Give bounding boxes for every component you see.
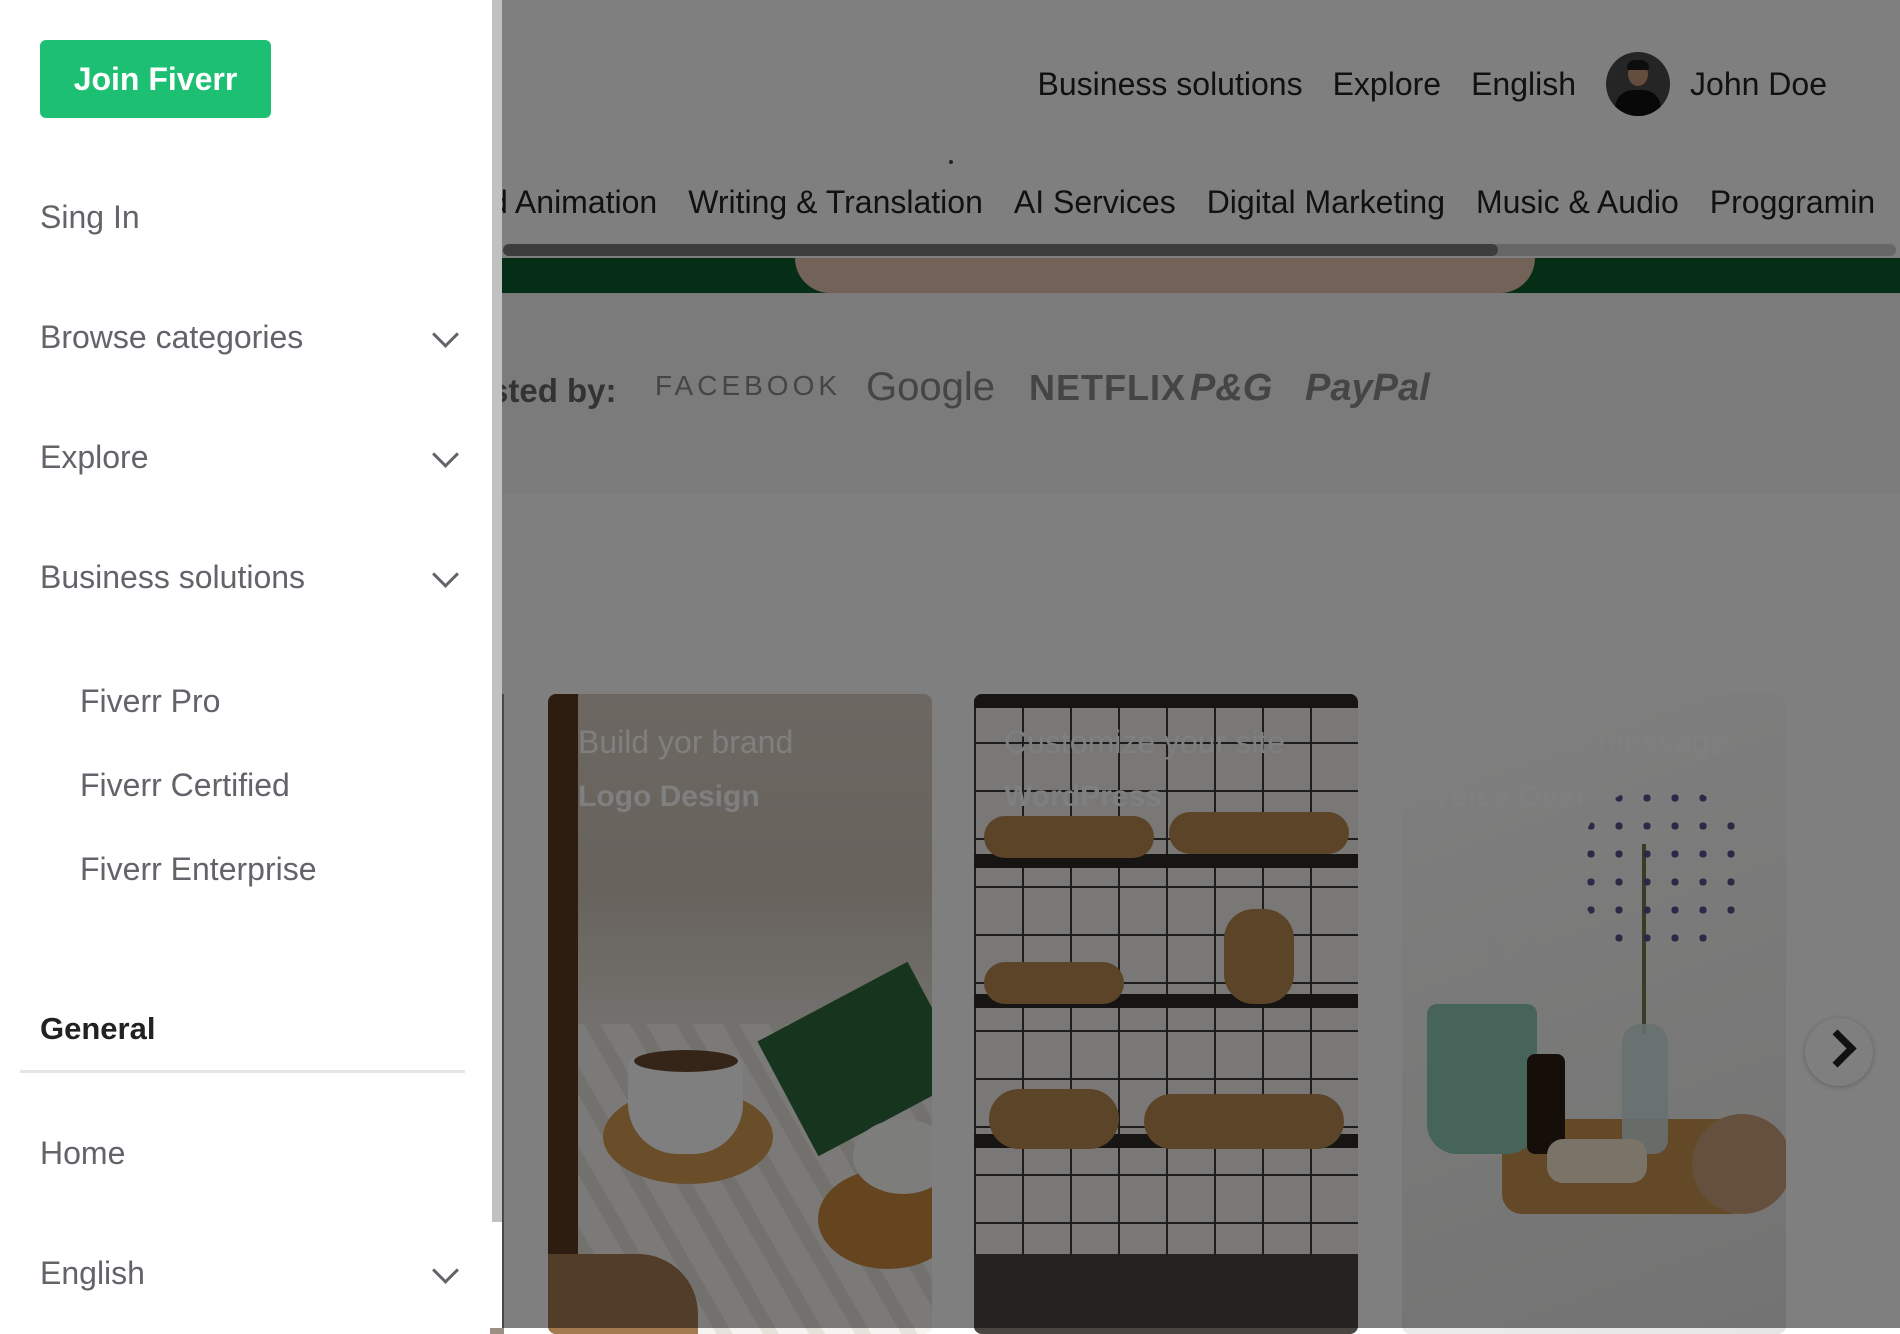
section-divider (20, 1070, 465, 1073)
language-selector[interactable]: English (40, 1255, 145, 1292)
fiverr-pro-link[interactable]: Fiverr Pro (80, 683, 220, 720)
drawer-scrollbar[interactable] (492, 0, 502, 1222)
fiverr-enterprise-link[interactable]: Fiverr Enterprise (80, 851, 317, 888)
chevron-down-icon[interactable] (432, 441, 459, 468)
sign-in-link[interactable]: Sing In (40, 199, 140, 236)
fiverr-certified-link[interactable]: Fiverr Certified (80, 767, 290, 804)
browse-categories-item[interactable]: Browse categories (40, 319, 303, 356)
explore-item[interactable]: Explore (40, 439, 149, 476)
general-section-title: General (40, 1011, 156, 1046)
chevron-down-icon[interactable] (432, 1257, 459, 1284)
home-link[interactable]: Home (40, 1135, 125, 1172)
side-drawer: Join Fiverr Sing In Browse categories Ex… (0, 0, 502, 1328)
join-fiverr-button[interactable]: Join Fiverr (40, 40, 271, 118)
business-solutions-item[interactable]: Business solutions (40, 559, 305, 596)
chevron-down-icon[interactable] (432, 561, 459, 588)
chevron-down-icon[interactable] (432, 321, 459, 348)
